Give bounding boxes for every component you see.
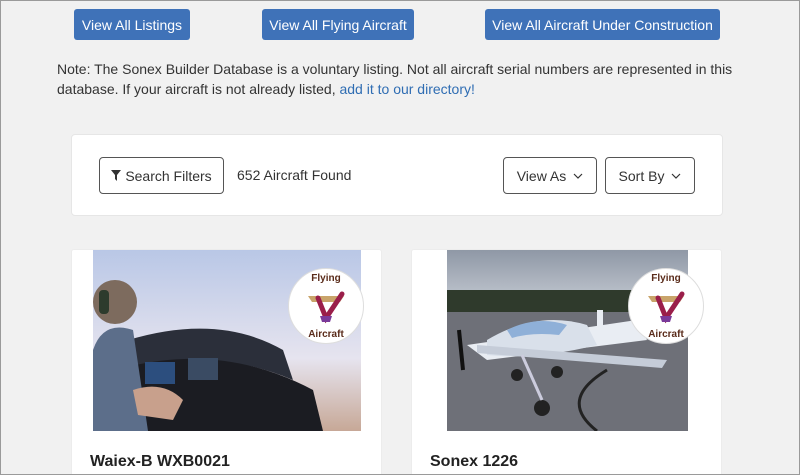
listing-title[interactable]: Waiex-B WXB0021 (90, 453, 230, 471)
flying-aircraft-badge: Flying Aircraft (288, 268, 364, 344)
search-filters-label: Search Filters (125, 167, 212, 184)
filter-icon (111, 170, 122, 181)
chevron-down-icon (573, 173, 583, 179)
results-toolbar: Search Filters 652 Aircraft Found View A… (71, 134, 723, 216)
checkmark-icon (644, 290, 688, 324)
results-count: 652 Aircraft Found (237, 167, 352, 183)
view-as-dropdown[interactable]: View As (503, 157, 597, 194)
view-all-listings-button[interactable]: View All Listings (74, 9, 190, 40)
listing-card[interactable]: Flying Aircraft Sonex 1226 (411, 249, 722, 475)
chevron-down-icon (671, 173, 681, 179)
sort-by-dropdown[interactable]: Sort By (605, 157, 695, 194)
add-to-directory-link[interactable]: add it to our directory! (339, 81, 474, 97)
listing-title[interactable]: Sonex 1226 (430, 453, 518, 471)
badge-bottom-label: Aircraft (308, 329, 344, 340)
view-under-construction-button[interactable]: View All Aircraft Under Construction (485, 9, 720, 40)
view-as-label: View As (516, 167, 567, 184)
view-flying-aircraft-button[interactable]: View All Flying Aircraft (262, 9, 414, 40)
flying-aircraft-badge: Flying Aircraft (628, 268, 704, 344)
listing-card[interactable]: Flying Aircraft Waiex-B WXB0021 (71, 249, 382, 475)
badge-top-label: Flying (651, 273, 681, 284)
badge-bottom-label: Aircraft (648, 329, 684, 340)
sort-by-label: Sort By (618, 167, 665, 184)
badge-top-label: Flying (311, 273, 341, 284)
search-filters-button[interactable]: Search Filters (99, 157, 224, 194)
checkmark-icon (304, 290, 348, 324)
database-note: Note: The Sonex Builder Database is a vo… (57, 59, 737, 99)
